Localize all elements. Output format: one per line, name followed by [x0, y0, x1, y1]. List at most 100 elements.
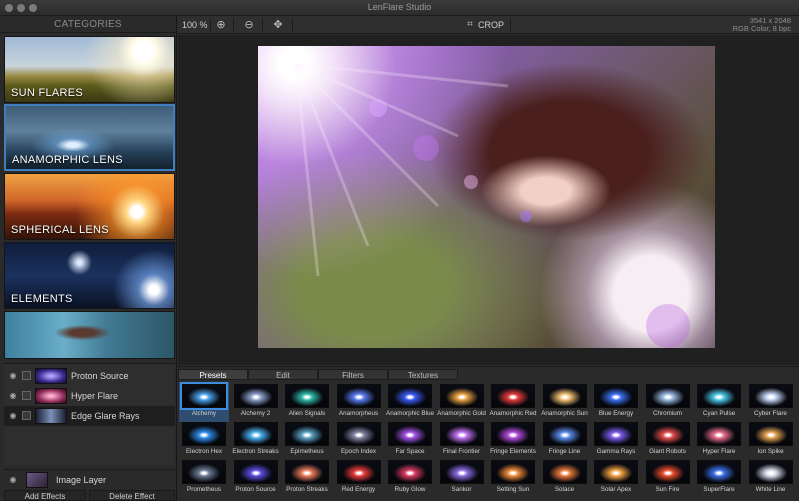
tab-textures[interactable]: Textures	[388, 369, 458, 380]
toolbar-separator	[233, 18, 234, 32]
preset-item[interactable]: Blue Energy	[591, 382, 641, 422]
preset-item[interactable]: Anamorphic Sun	[540, 382, 590, 422]
tab-filters[interactable]: Filters	[318, 369, 388, 380]
preset-item[interactable]: Sun Fire	[643, 458, 693, 498]
preset-label: Ruby Glow	[394, 486, 426, 493]
image-layer-row[interactable]: ◉ Image Layer	[4, 469, 175, 489]
preset-item[interactable]: Final Frontier	[437, 420, 487, 460]
lens-flare-overlay	[294, 62, 690, 348]
layer-name: Proton Source	[71, 371, 129, 381]
preset-thumbnail	[645, 460, 690, 484]
eye-icon[interactable]: ◉	[9, 392, 17, 400]
preset-item[interactable]: Red Energy	[334, 458, 384, 498]
category-elements[interactable]: ELEMENTS	[4, 242, 175, 309]
preset-item[interactable]: Solar Apex	[591, 458, 641, 498]
preset-label: Epoch Index	[340, 448, 376, 455]
preset-thumbnail	[594, 460, 638, 484]
zoom-in-icon[interactable]: ⊕	[214, 18, 228, 32]
preset-label: Final Frontier	[442, 448, 481, 455]
preset-item[interactable]: Epimetheus	[282, 420, 332, 460]
layer-row[interactable]: ◉ Hyper Flare	[4, 386, 175, 406]
preset-item[interactable]: Anamorphic Gold	[437, 382, 487, 422]
preset-item[interactable]: SuperFlare	[694, 458, 744, 498]
category-unlabeled[interactable]	[4, 311, 175, 359]
presets-panel: Presets Edit Filters Textures Alchemy Alc…	[178, 366, 799, 501]
toolbar-separator	[262, 18, 263, 32]
preset-item[interactable]: White Line	[746, 458, 796, 498]
preset-item[interactable]: Fringe Elements	[488, 420, 538, 460]
add-effects-button[interactable]: Add Effects	[4, 490, 86, 501]
preset-item[interactable]: Alien Signals	[282, 382, 332, 422]
eye-icon[interactable]: ◉	[9, 412, 17, 420]
layer-row[interactable]: ◉ Edge Glare Rays	[4, 406, 175, 426]
zoom-level: 100 %	[182, 20, 208, 30]
preset-label: Anamorphic Blue	[386, 410, 434, 417]
preset-item[interactable]: Gamma Rays	[591, 420, 641, 460]
preset-item[interactable]: Anamorpheus	[334, 382, 384, 422]
presets-tabs: Presets Edit Filters Textures	[178, 369, 799, 381]
preset-item[interactable]: Fringe Line	[540, 420, 590, 460]
preset-item[interactable]: Cyber Flare	[746, 382, 796, 422]
preset-label: Alchemy	[191, 410, 217, 417]
preset-label: Alien Signals	[288, 410, 326, 417]
preset-item[interactable]: Electron Hex	[179, 420, 229, 460]
preset-item[interactable]: Prometheus	[179, 458, 229, 498]
preset-label: SuperFlare	[703, 486, 735, 493]
preset-item[interactable]: Giant Robots	[643, 420, 693, 460]
category-spherical-lens[interactable]: SPHERICAL LENS	[4, 173, 175, 240]
preset-thumbnail	[491, 422, 535, 446]
preset-thumbnail	[491, 384, 535, 408]
preset-item[interactable]: Proton Source	[231, 458, 281, 498]
category-anamorphic-lens[interactable]: ANAMORPHIC LENS	[4, 104, 175, 171]
preset-item[interactable]: Alchemy	[179, 382, 229, 422]
preset-item[interactable]: Anamorphic Blue	[385, 382, 435, 422]
preset-item[interactable]: Ion Spike	[746, 420, 796, 460]
preset-thumbnail	[285, 460, 329, 484]
preset-thumbnail	[748, 422, 793, 446]
preset-item[interactable]: Alchemy 2	[231, 382, 281, 422]
crop-button[interactable]: CROP	[478, 20, 504, 30]
category-sun-flares[interactable]: SUN FLARES	[4, 36, 175, 103]
layer-checkbox[interactable]	[22, 411, 31, 420]
preset-item[interactable]: Anamorphic Red	[488, 382, 538, 422]
preset-thumbnail	[594, 422, 638, 446]
zoom-out-icon[interactable]: ⊖	[242, 18, 256, 32]
layer-checkbox[interactable]	[22, 371, 31, 380]
eye-icon[interactable]: ◉	[9, 476, 17, 484]
preset-label: Sun Fire	[655, 486, 680, 493]
layer-checkbox[interactable]	[22, 391, 31, 400]
preset-thumbnail	[542, 422, 587, 446]
delete-effect-button[interactable]: Delete Effect	[89, 490, 175, 501]
preset-label: Alchemy 2	[240, 410, 271, 417]
toolbar: 100 % ⊕ ⊖ ✥ ⌗ CROP 3541 x 2048 RGB Color…	[178, 16, 799, 34]
category-label: SPHERICAL LENS	[11, 224, 109, 236]
preset-thumbnail	[748, 384, 793, 408]
preset-label: Solar Apex	[600, 486, 632, 493]
crop-icon[interactable]: ⌗	[463, 18, 477, 32]
preset-label: Blue Energy	[598, 410, 634, 417]
effect-layers-list: ◉ Proton Source ◉ Hyper Flare ◉ Edge Gla…	[4, 363, 175, 465]
layer-row[interactable]: ◉ Proton Source	[4, 366, 175, 386]
preset-item[interactable]: Electron Streaks	[231, 420, 281, 460]
preset-label: Prometheus	[187, 486, 221, 493]
preset-item[interactable]: Far Space	[385, 420, 435, 460]
preset-item[interactable]: Sankor	[437, 458, 487, 498]
preset-item[interactable]: Epoch Index	[334, 420, 384, 460]
preview-image[interactable]	[258, 46, 715, 348]
preset-item[interactable]: Ruby Glow	[385, 458, 435, 498]
preset-item[interactable]: Chromium	[643, 382, 693, 422]
tab-edit[interactable]: Edit	[248, 369, 318, 380]
preset-label: Red Energy	[341, 486, 376, 493]
tab-presets[interactable]: Presets	[178, 369, 248, 380]
move-icon[interactable]: ✥	[271, 18, 285, 32]
eye-icon[interactable]: ◉	[9, 372, 17, 380]
preset-item[interactable]: Setting Sun	[488, 458, 538, 498]
preset-thumbnail	[542, 460, 587, 484]
preset-item[interactable]: Solace	[540, 458, 590, 498]
preset-label: Proton Streaks	[286, 486, 328, 493]
preset-item[interactable]: Hyper Flare	[694, 420, 744, 460]
preset-label: Fringe Line	[548, 448, 581, 455]
preset-item[interactable]: Cyan Pulse	[694, 382, 744, 422]
preset-label: Far Space	[395, 448, 425, 455]
preset-item[interactable]: Proton Streaks	[282, 458, 332, 498]
